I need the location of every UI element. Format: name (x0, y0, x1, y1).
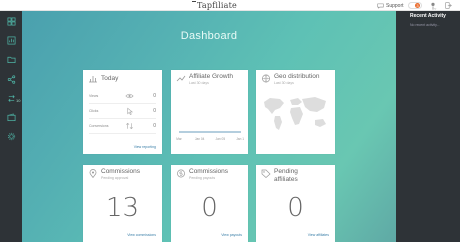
support-label: Support (386, 2, 404, 9)
transfer-icon (7, 94, 15, 102)
eye-icon (125, 93, 134, 99)
card-subtitle: Last 30 days (274, 81, 294, 85)
globe-icon (262, 74, 270, 83)
sidebar-item-programs[interactable] (6, 54, 16, 64)
user-menu[interactable] (428, 1, 438, 10)
card-subtitle: Last 30 days (189, 81, 209, 85)
sidebar-item-settings[interactable] (6, 131, 16, 141)
sidebar: 10 (0, 11, 22, 242)
geo-distribution-card: Geo distribution Last 30 days (256, 70, 335, 154)
dashboard-icon (7, 17, 15, 25)
folder-icon (7, 56, 15, 63)
today-card: Today Views 0 Clicks 0 Conversions 0 Vie… (83, 70, 162, 154)
today-row-clicks: Clicks 0 (89, 104, 156, 119)
panel-title: Recent Activity (410, 13, 446, 19)
brand-logo[interactable]: Tapfiliate (192, 0, 237, 11)
sidebar-item-affiliates[interactable] (6, 74, 16, 84)
row-label: Conversions (89, 124, 109, 128)
user-icon (431, 2, 437, 10)
today-row-conversions: Conversions 0 (89, 119, 156, 134)
reports-icon (7, 36, 15, 44)
notifications-toggle[interactable]: 3 (408, 2, 422, 9)
view-reporting-link[interactable]: View reporting (134, 145, 156, 149)
panel-empty-message: No recent activity... (410, 23, 440, 27)
pending-affiliates-count: 0 (287, 193, 304, 223)
card-subtitle: Pending payouts (189, 176, 216, 180)
commissions-approval-count: 13 (105, 193, 140, 223)
cursor-icon (127, 107, 134, 115)
sidebar-item-dashboard[interactable] (6, 16, 16, 26)
card-title: Commissions (189, 168, 229, 175)
x-tick-label: Mar (176, 137, 182, 141)
row-value: 0 (153, 123, 156, 129)
sidebar-item-payouts[interactable] (6, 112, 16, 122)
map-asia (302, 97, 326, 112)
card-title: Affiliate Growth (189, 73, 233, 80)
share-icon (7, 74, 15, 84)
top-bar: Tapfiliate Support 3 (0, 0, 460, 11)
sidebar-badge: 10 (16, 98, 21, 103)
line-chart-icon (176, 75, 186, 82)
world-map (264, 97, 326, 130)
main-content: Dashboard Today Views 0 Clicks 0 Convers… (22, 11, 396, 242)
money-icon (177, 169, 185, 178)
map-africa (290, 107, 303, 125)
bar-chart-icon (89, 76, 97, 83)
wallet-icon (7, 112, 15, 121)
card-title: Today (101, 75, 119, 82)
map-north-america (264, 98, 284, 114)
row-label: Views (89, 94, 99, 98)
logout-icon (444, 2, 452, 9)
map-south-america (274, 116, 282, 130)
map-australia (315, 119, 326, 127)
today-row-views: Views 0 (89, 89, 156, 104)
tag-icon (261, 169, 271, 178)
row-value: 0 (153, 93, 156, 99)
view-affiliates-link[interactable]: View affiliates (308, 233, 329, 237)
gear-icon (7, 132, 15, 140)
map-europe (290, 98, 302, 105)
commissions-approval-card: Commissions Pending approval 13 View com… (83, 165, 162, 242)
support-link[interactable]: Support (377, 0, 404, 11)
card-title: Geo distribution (274, 73, 320, 80)
view-payouts-link[interactable]: View payouts (221, 233, 242, 237)
card-subtitle: Pending approval (101, 176, 129, 180)
commissions-payouts-count: 0 (201, 193, 218, 223)
brand-name: apfiliate (201, 1, 237, 10)
location-icon (89, 169, 97, 178)
recent-activity-panel: Recent Activity No recent activity... (396, 11, 460, 242)
row-value: 0 (153, 108, 156, 114)
page-title: Dashboard (180, 30, 238, 42)
view-commissions-link[interactable]: View commissions (127, 233, 156, 237)
notifications-badge: 3 (415, 3, 420, 8)
sidebar-item-commissions[interactable] (6, 93, 16, 103)
affiliate-growth-chart: Mar Jan 04 Jan 05 Jan 12 (176, 131, 244, 141)
card-title: Commissions (101, 168, 141, 175)
x-tick-label: Jan 12 (236, 137, 244, 141)
x-tick-label: Jan 04 (195, 137, 205, 141)
card-title: Pending (274, 168, 298, 175)
sidebar-item-reports[interactable] (6, 35, 16, 45)
row-label: Clicks (89, 109, 99, 113)
sort-icon (126, 122, 133, 130)
logout-button[interactable] (444, 1, 452, 10)
card-title-line2: affiliates (274, 176, 298, 183)
pending-affiliates-card: Pending affiliates 0 View affiliates (256, 165, 335, 242)
commissions-payouts-card: Commissions Pending payouts 0 View payou… (171, 165, 248, 242)
affiliate-growth-card: Affiliate Growth Last 30 days Mar Jan 04 J… (171, 70, 248, 154)
x-tick-label: Jan 05 (216, 137, 226, 141)
chat-icon (377, 3, 384, 9)
